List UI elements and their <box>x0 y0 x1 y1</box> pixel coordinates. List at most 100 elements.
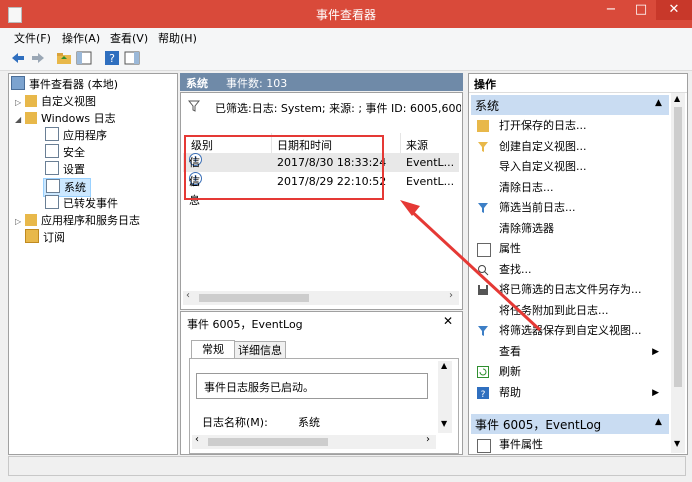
help-icon[interactable]: ? <box>104 50 120 66</box>
menu-help[interactable]: 帮助(H) <box>158 30 197 46</box>
collapse-icon[interactable]: ▲ <box>655 98 662 108</box>
action-clear-log[interactable]: 清除日志... <box>471 178 667 198</box>
collapse-icon[interactable]: ▲ <box>655 417 662 427</box>
action-save-filter-to-view[interactable]: 将筛选器保存到自定义视图... <box>471 321 667 341</box>
tree-item-label: 安全 <box>63 146 85 159</box>
menu-action[interactable]: 操作(A) <box>62 30 100 46</box>
subscription-icon <box>25 229 39 243</box>
maximize-button[interactable]: □ <box>626 0 656 20</box>
tree-item-label: 自定义视图 <box>41 95 96 108</box>
properties-icon <box>477 439 491 453</box>
actions-pane: 操作 系统 ▲ 打开保存的日志... 创建自定义视图... 导入自定义视图...… <box>468 73 688 455</box>
tree-item-app-service-logs[interactable]: ▷ 应用程序和服务日志 <box>15 212 140 229</box>
action-help[interactable]: ? 帮助 ▶ <box>471 383 667 403</box>
close-detail-icon[interactable]: ✕ <box>443 314 453 328</box>
tree-item-security[interactable]: 安全 <box>45 144 85 161</box>
tab-content: 事件日志服务已启动。 日志名称(M): 系统 ▲ ▼ ‹ › <box>189 358 459 454</box>
action-view[interactable]: 查看 ▶ <box>471 342 667 362</box>
scrollbar-thumb[interactable] <box>674 107 682 387</box>
menu-view[interactable]: 查看(V) <box>110 30 148 46</box>
filter-save-icon <box>478 326 488 336</box>
tree-item-forwarded-events[interactable]: 已转发事件 <box>45 195 118 212</box>
tree-item-application[interactable]: 应用程序 <box>45 127 107 144</box>
action-refresh[interactable]: 刷新 <box>471 362 667 382</box>
tree-item-label: 系统 <box>64 181 86 194</box>
tree-item-setup[interactable]: 设置 <box>45 161 85 178</box>
expand-arrow-icon[interactable]: ▷ <box>15 213 25 230</box>
scrollbar-thumb[interactable] <box>199 294 309 302</box>
filter-icon <box>188 100 200 112</box>
scroll-down-icon[interactable]: ▼ <box>441 419 447 428</box>
forward-icon[interactable] <box>30 50 46 66</box>
action-attach-task[interactable]: 将任务附加到此日志... <box>471 301 667 321</box>
scroll-up-icon[interactable]: ▲ <box>441 361 447 370</box>
action-label: 帮助 <box>499 385 521 399</box>
submenu-arrow-icon: ▶ <box>652 346 659 357</box>
collapse-arrow-icon[interactable]: ◢ <box>15 111 25 128</box>
action-save-filtered-log[interactable]: 将已筛选的日志文件另存为... <box>471 280 667 300</box>
action-filter-current-log[interactable]: 筛选当前日志... <box>471 198 667 218</box>
tree-root[interactable]: 事件查看器 (本地) <box>11 76 118 93</box>
show-hide-tree-icon[interactable] <box>76 50 92 66</box>
scroll-down-icon[interactable]: ▼ <box>674 439 680 448</box>
action-label: 查找... <box>499 262 532 276</box>
tree-item-subscriptions[interactable]: 订阅 <box>25 229 65 246</box>
scrollbar-thumb[interactable] <box>208 438 328 446</box>
folder-icon <box>25 214 37 226</box>
action-label: 将已筛选的日志文件另存为... <box>499 283 642 296</box>
tree-item-windows-logs[interactable]: ◢ Windows 日志 <box>15 110 116 127</box>
action-open-saved-log[interactable]: 打开保存的日志... <box>471 116 667 136</box>
scroll-right-icon[interactable]: › <box>426 434 430 445</box>
action-label: 查看 <box>499 344 521 358</box>
log-icon <box>45 127 59 141</box>
action-label: 清除筛选器 <box>499 221 554 235</box>
action-clear-filter[interactable]: 清除筛选器 <box>471 219 667 239</box>
action-label: 将任务附加到此日志... <box>499 303 609 317</box>
folder-up-icon[interactable] <box>56 50 72 66</box>
save-icon <box>478 285 488 295</box>
action-event-properties[interactable]: 事件属性 <box>471 435 667 455</box>
actions-section-system[interactable]: 系统 ▲ <box>471 95 669 115</box>
row-source: EventL... <box>406 156 455 169</box>
column-source[interactable]: 来源 <box>406 137 428 153</box>
horizontal-scrollbar[interactable]: ‹ › <box>183 290 459 305</box>
action-find[interactable]: 查找... <box>471 260 667 280</box>
actions-section-event[interactable]: 事件 6005，EventLog ▲ <box>471 414 669 434</box>
scroll-left-icon[interactable]: ‹ <box>195 434 199 445</box>
action-label: 将筛选器保存到自定义视图... <box>499 324 642 337</box>
show-action-pane-icon[interactable] <box>124 50 140 66</box>
vertical-scrollbar[interactable]: ▲ ▼ <box>671 93 685 453</box>
tree-item-custom-views[interactable]: ▷ 自定义视图 <box>15 93 96 110</box>
vertical-scrollbar[interactable]: ▲ ▼ <box>438 361 452 433</box>
action-properties[interactable]: 属性 <box>471 239 667 259</box>
center-header-bar <box>180 73 463 91</box>
event-list-pane: 已筛选:日志: System; 来源: ; 事件 ID: 6005,6006。事… <box>180 92 463 310</box>
window-title: 事件查看器 <box>315 8 376 22</box>
center-header: 系统 事件数: 103 <box>180 73 463 91</box>
action-label: 清除日志... <box>499 180 554 194</box>
back-icon[interactable] <box>10 50 26 66</box>
highlight-box <box>184 135 384 200</box>
action-label: 刷新 <box>499 365 521 378</box>
action-create-custom-view[interactable]: 创建自定义视图... <box>471 137 667 157</box>
row-source: EventL... <box>406 175 455 188</box>
action-label: 属性 <box>499 242 521 255</box>
event-viewer-icon <box>11 76 25 90</box>
actions-header: 操作 <box>469 74 687 93</box>
column-divider[interactable] <box>400 133 401 153</box>
tab-general[interactable]: 常规 <box>191 340 235 359</box>
scroll-right-icon[interactable]: › <box>449 290 453 301</box>
scroll-left-icon[interactable]: ‹ <box>186 290 190 301</box>
action-import-custom-view[interactable]: 导入自定义视图... <box>471 157 667 177</box>
action-label: 事件属性 <box>499 438 543 451</box>
scroll-up-icon[interactable]: ▲ <box>674 94 680 103</box>
help-icon: ? <box>477 386 489 399</box>
field-label-log-name: 日志名称(M): <box>202 416 268 429</box>
tree-item-label: 订阅 <box>43 231 65 244</box>
minimize-button[interactable]: − <box>596 0 626 20</box>
horizontal-scrollbar[interactable]: ‹ › <box>192 434 436 449</box>
menu-file[interactable]: 文件(F) <box>14 30 51 46</box>
expand-arrow-icon[interactable]: ▷ <box>15 94 25 111</box>
folder-icon <box>25 112 37 124</box>
close-button[interactable]: ✕ <box>656 0 692 20</box>
